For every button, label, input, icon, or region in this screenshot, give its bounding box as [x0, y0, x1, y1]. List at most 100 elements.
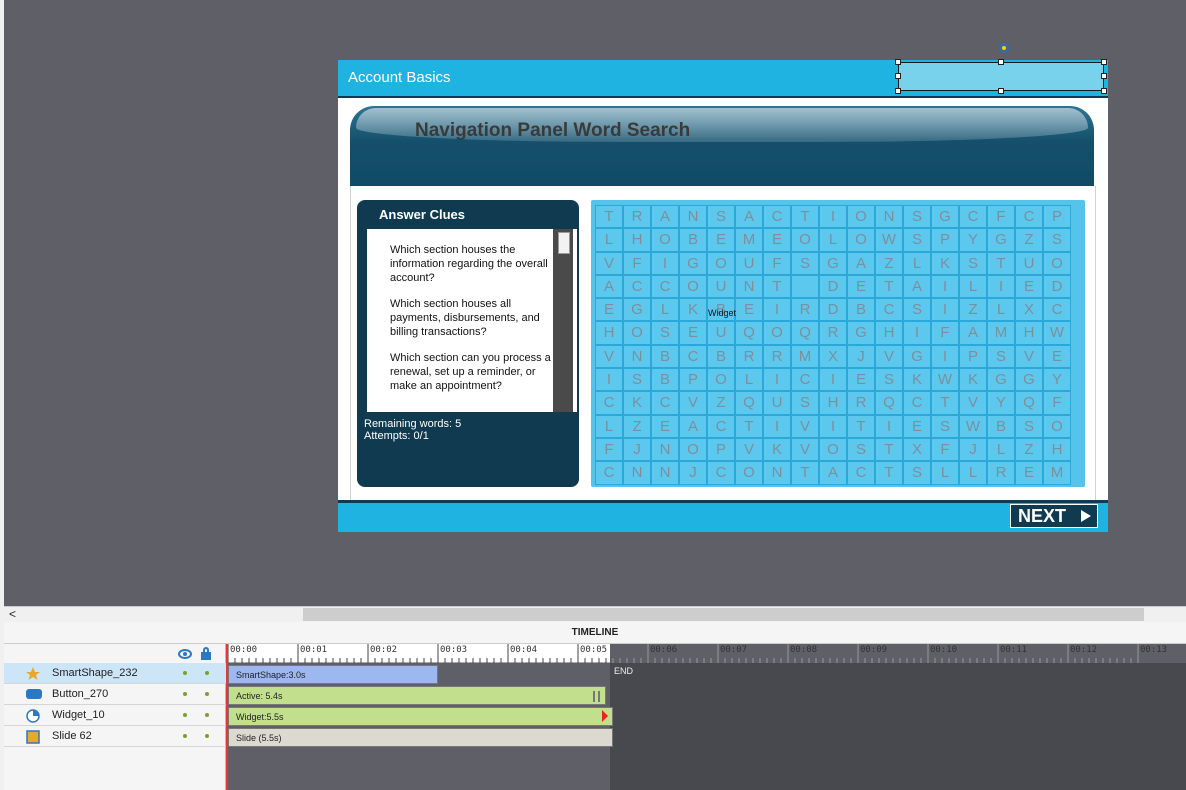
grid-cell[interactable]: C [763, 205, 791, 229]
resize-handle[interactable] [1101, 88, 1107, 94]
selected-smartshape[interactable] [898, 62, 1104, 91]
grid-cell[interactable]: B [987, 414, 1015, 438]
grid-cell[interactable]: E [847, 368, 875, 392]
grid-cell[interactable]: Z [875, 251, 903, 275]
grid-cell[interactable]: T [875, 461, 903, 485]
grid-cell[interactable]: G [679, 251, 707, 275]
grid-cell[interactable]: T [931, 391, 959, 415]
grid-cell[interactable]: K [679, 298, 707, 322]
grid-cell[interactable]: A [959, 321, 987, 345]
grid-cell[interactable]: P [1043, 205, 1071, 229]
grid-cell[interactable]: S [875, 368, 903, 392]
grid-cell[interactable]: O [623, 321, 651, 345]
grid-cell[interactable]: Q [735, 391, 763, 415]
grid-cell[interactable]: L [735, 368, 763, 392]
grid-cell[interactable]: S [707, 205, 735, 229]
grid-cell[interactable]: Z [623, 414, 651, 438]
grid-cell[interactable]: S [903, 461, 931, 485]
grid-cell[interactable]: C [1015, 205, 1043, 229]
grid-cell[interactable]: Z [959, 298, 987, 322]
grid-cell[interactable]: I [763, 298, 791, 322]
timeline-bar-slide[interactable]: Slide (5.5s) [228, 728, 613, 747]
grid-cell[interactable]: L [819, 228, 847, 252]
grid-cell[interactable]: E [595, 298, 623, 322]
next-button[interactable]: NEXT [1010, 504, 1098, 528]
grid-cell[interactable]: O [847, 205, 875, 229]
grid-cell[interactable]: K [903, 368, 931, 392]
grid-cell[interactable]: V [959, 391, 987, 415]
grid-cell[interactable]: L [987, 298, 1015, 322]
grid-cell[interactable]: S [791, 391, 819, 415]
grid-cell[interactable]: I [819, 368, 847, 392]
grid-cell[interactable]: H [595, 321, 623, 345]
grid-cell[interactable]: T [735, 414, 763, 438]
grid-cell[interactable]: Y [959, 228, 987, 252]
grid-cell[interactable]: S [903, 228, 931, 252]
grid-cell[interactable]: L [987, 437, 1015, 462]
grid-cell[interactable]: I [819, 414, 847, 438]
clues-scroll-thumb[interactable] [558, 232, 570, 254]
grid-cell[interactable]: T [875, 274, 903, 299]
grid-cell[interactable]: U [707, 274, 735, 299]
grid-cell[interactable]: T [847, 414, 875, 438]
grid-cell[interactable]: R [763, 344, 791, 369]
resize-handle[interactable] [998, 59, 1004, 65]
grid-cell[interactable]: V [679, 391, 707, 415]
grid-cell[interactable]: F [595, 437, 623, 462]
grid-cell[interactable]: O [707, 251, 735, 275]
grid-cell[interactable]: T [791, 205, 819, 229]
grid-cell[interactable]: P [707, 437, 735, 462]
grid-cell[interactable]: H [819, 391, 847, 415]
timeline-bar-smartshape[interactable]: SmartShape:3.0s [228, 665, 438, 684]
lock-dot[interactable] [205, 692, 209, 696]
lock-dot[interactable] [205, 671, 209, 675]
grid-cell[interactable]: W [875, 228, 903, 252]
grid-cell[interactable]: W [931, 368, 959, 392]
timeline-bar-button[interactable]: Active: 5.4s [228, 686, 606, 705]
resize-handle[interactable] [1101, 73, 1107, 79]
grid-cell[interactable]: A [679, 414, 707, 438]
grid-cell[interactable]: T [987, 251, 1015, 275]
grid-cell[interactable]: W [1043, 321, 1071, 345]
visibility-dot[interactable] [183, 692, 187, 696]
grid-cell[interactable]: O [1043, 414, 1071, 438]
grid-cell[interactable]: E [735, 298, 763, 322]
grid-cell[interactable]: J [679, 461, 707, 485]
grid-cell[interactable]: V [791, 414, 819, 438]
grid-cell[interactable]: D [819, 298, 847, 322]
grid-cell[interactable]: S [987, 344, 1015, 369]
grid-cell[interactable]: H [875, 321, 903, 345]
grid-cell[interactable]: Z [1015, 437, 1043, 462]
grid-cell[interactable]: V [1015, 344, 1043, 369]
grid-cell[interactable]: B [707, 344, 735, 369]
grid-cell[interactable]: N [651, 437, 679, 462]
grid-cell[interactable]: O [735, 461, 763, 485]
grid-cell[interactable]: N [875, 205, 903, 229]
grid-cell[interactable]: N [623, 344, 651, 369]
grid-cell[interactable]: X [1015, 298, 1043, 322]
grid-cell[interactable]: O [679, 274, 707, 299]
grid-cell[interactable]: E [1043, 344, 1071, 369]
grid-cell[interactable]: H [1043, 437, 1071, 462]
grid-cell[interactable]: P [679, 368, 707, 392]
layer-row-button[interactable]: Button_270 [4, 684, 226, 705]
grid-cell[interactable]: G [903, 344, 931, 369]
grid-cell[interactable]: X [819, 344, 847, 369]
grid-cell[interactable]: A [847, 251, 875, 275]
grid-cell[interactable]: V [735, 437, 763, 462]
grid-cell[interactable]: A [651, 205, 679, 229]
grid-cell[interactable]: C [707, 461, 735, 485]
grid-cell[interactable]: G [847, 321, 875, 345]
grid-cell[interactable]: S [651, 321, 679, 345]
grid-cell[interactable]: C [651, 391, 679, 415]
grid-cell[interactable]: C [1043, 298, 1071, 322]
grid-cell[interactable]: F [763, 251, 791, 275]
grid-cell[interactable]: N [623, 461, 651, 485]
grid-cell[interactable]: N [651, 461, 679, 485]
grid-cell[interactable]: O [791, 228, 819, 252]
grid-cell[interactable]: K [931, 251, 959, 275]
grid-cell[interactable]: L [651, 298, 679, 322]
grid-cell[interactable]: G [931, 205, 959, 229]
layer-row-widget[interactable]: Widget_10 [4, 705, 226, 726]
grid-cell[interactable]: L [595, 228, 623, 252]
